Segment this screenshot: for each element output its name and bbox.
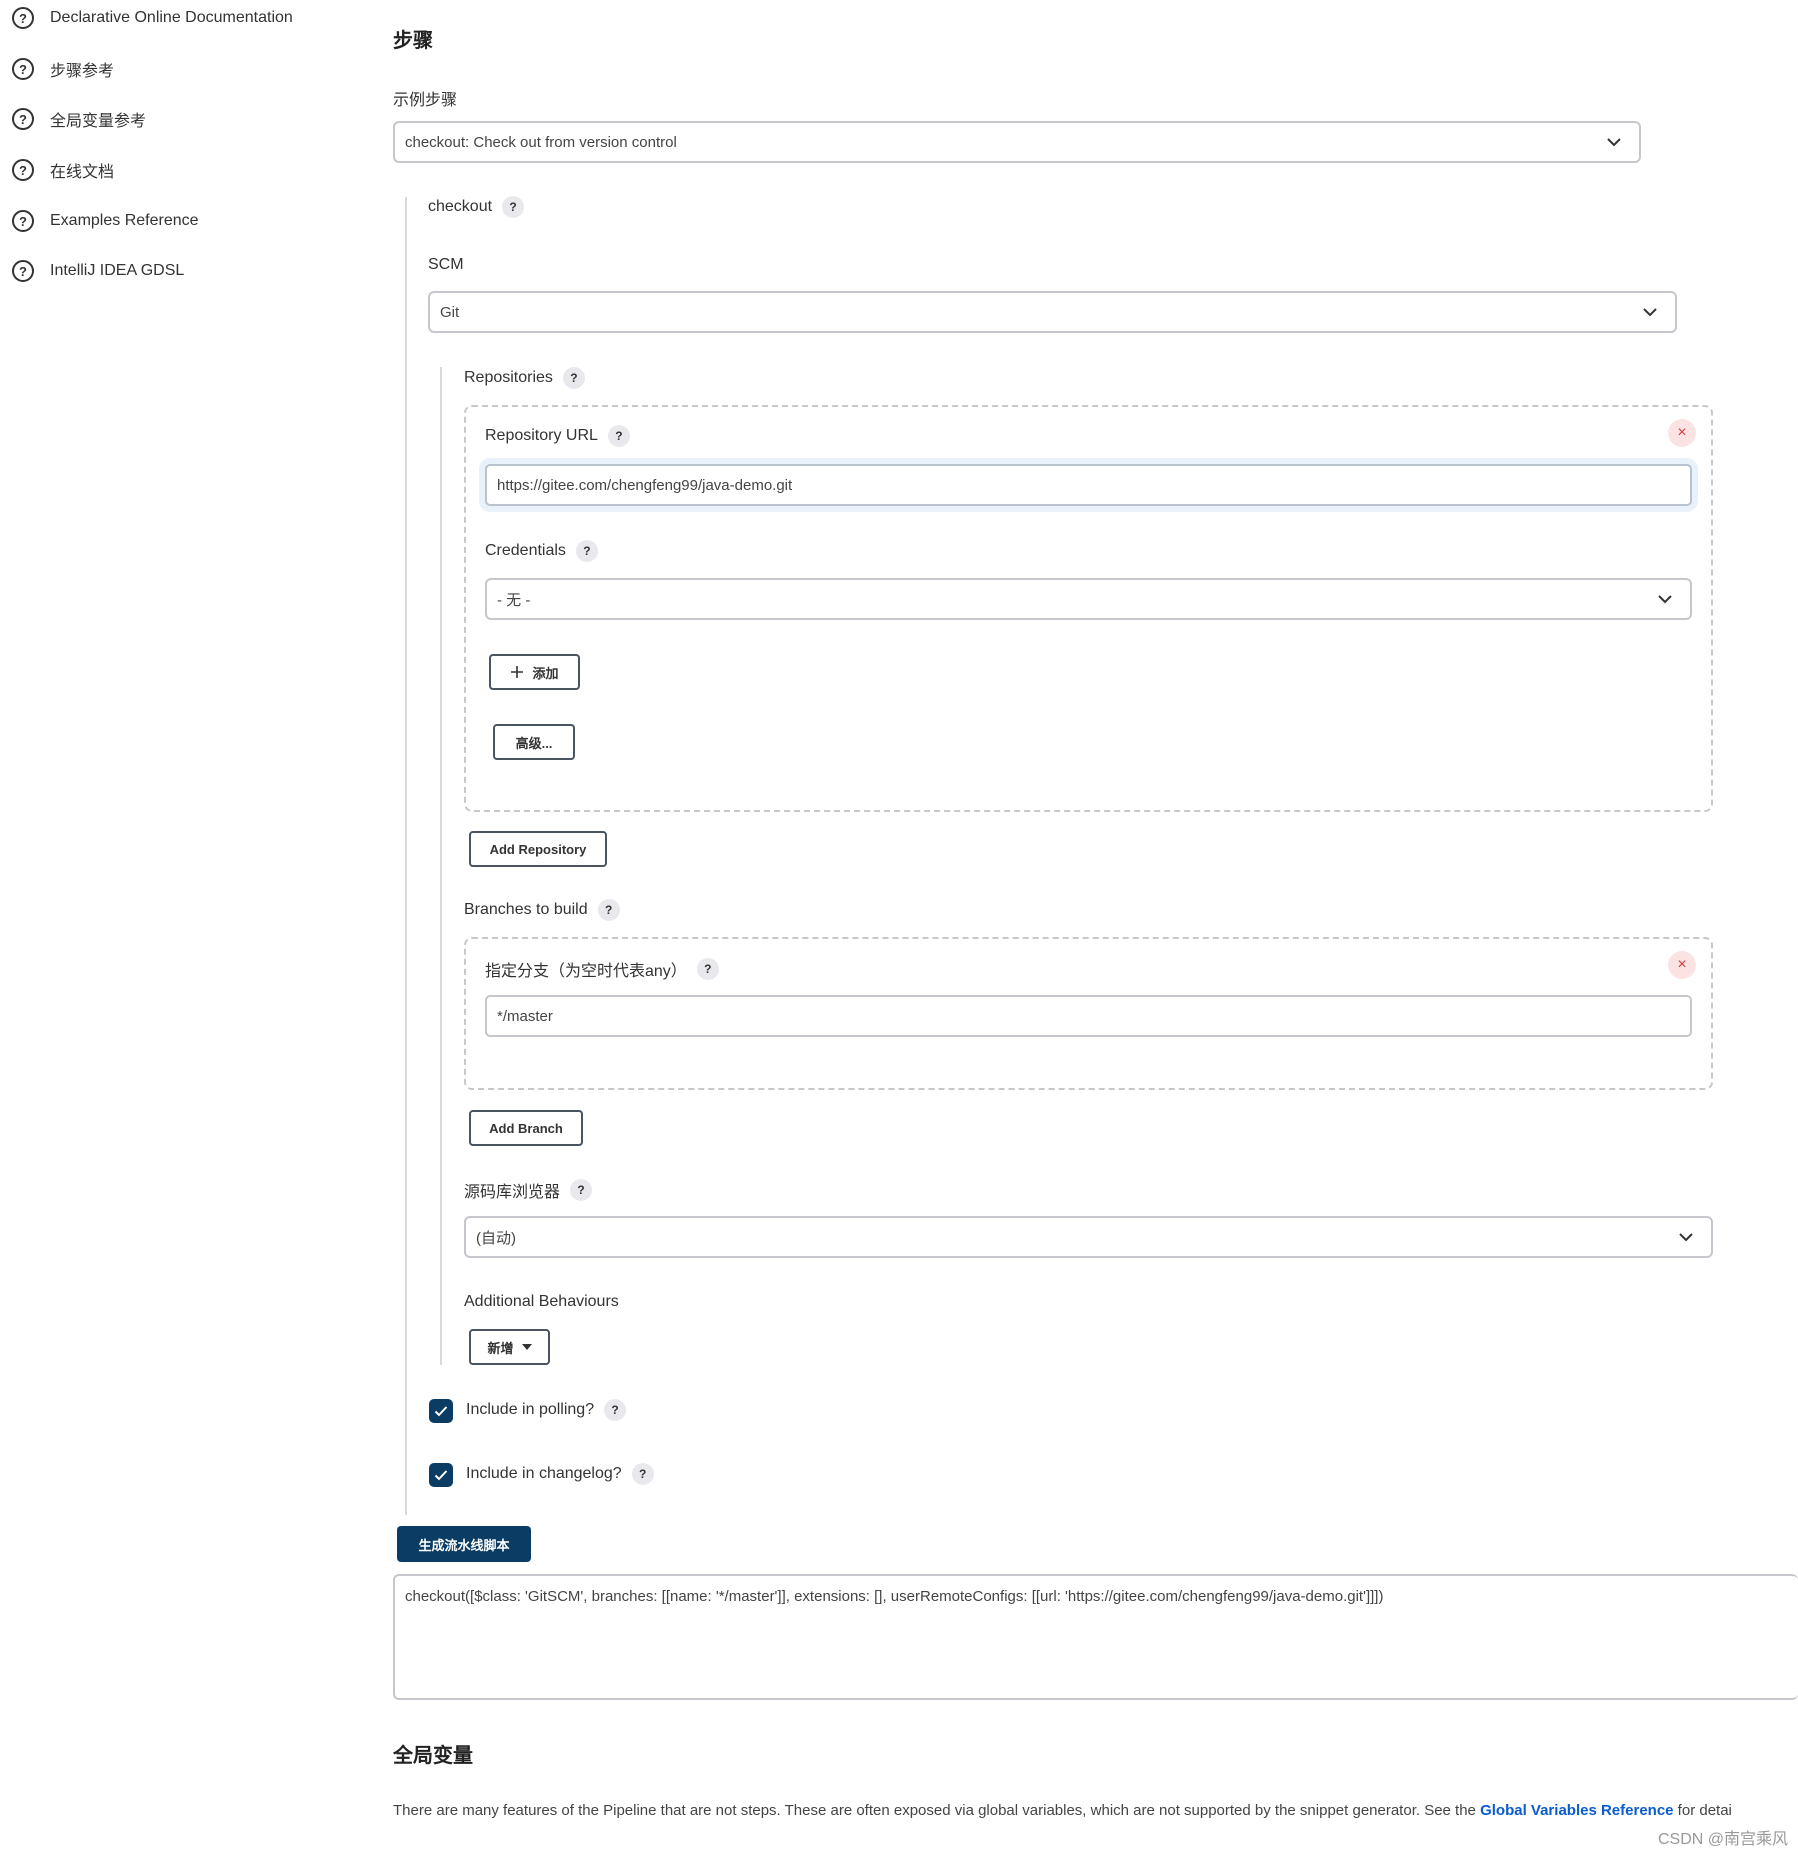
remove-branch-icon[interactable]: ×: [1668, 951, 1696, 979]
repo-browser-select[interactable]: (自动): [464, 1216, 1713, 1258]
checkout-label: checkout: [428, 198, 493, 215]
branch-spec-label-row: 指定分支（为空时代表any） ?: [485, 957, 719, 981]
scm-label: SCM: [428, 256, 464, 273]
chevron-down-icon: [1679, 1233, 1693, 1242]
chevron-down-icon: [1643, 308, 1657, 317]
help-circle-icon: ?: [12, 210, 34, 232]
sidebar-item-global-var-reference[interactable]: ? 全局变量参考: [12, 104, 146, 134]
main-content: 步骤 示例步骤 checkout: Check out from version…: [393, 0, 1798, 1855]
sidebar-item-intellij-gdsl[interactable]: ? IntelliJ IDEA GDSL: [12, 256, 184, 286]
add-repository-label: Add Repository: [489, 841, 587, 857]
branches-label-row: Branches to build ?: [464, 899, 620, 921]
repositories-label: Repositories: [464, 369, 553, 386]
branch-spec-input[interactable]: */master: [485, 995, 1692, 1037]
sidebar-item-examples-reference[interactable]: ? Examples Reference: [12, 206, 199, 236]
branches-label: Branches to build: [464, 901, 588, 918]
additional-behaviours-label: Additional Behaviours: [464, 1293, 619, 1310]
help-circle-icon: ?: [12, 108, 34, 130]
help-icon[interactable]: ?: [604, 1399, 627, 1421]
help-circle-icon: ?: [12, 58, 34, 80]
sidebar-item-label: Examples Reference: [50, 212, 199, 229]
generated-script-output[interactable]: checkout([$class: 'GitSCM', branches: [[…: [393, 1574, 1798, 1700]
git-block-rule: [440, 367, 442, 1365]
scm-select[interactable]: Git: [428, 291, 1677, 333]
help-circle-icon: ?: [12, 260, 34, 282]
include-polling-label-row: Include in polling? ?: [466, 1399, 627, 1421]
watermark: CSDN @南宫乘风: [1657, 1831, 1788, 1848]
add-branch-button[interactable]: Add Branch: [469, 1110, 583, 1146]
repo-browser-label: 源码库浏览器: [464, 1184, 561, 1201]
add-behaviour-label: 新增: [487, 1340, 514, 1356]
add-repository-button[interactable]: Add Repository: [469, 831, 607, 867]
checkout-block-rule: [405, 197, 407, 1515]
repository-url-label: Repository URL: [485, 427, 598, 444]
help-icon[interactable]: ?: [562, 367, 585, 389]
sample-step-value: checkout: Check out from version control: [405, 133, 677, 151]
credentials-label: Credentials: [485, 542, 566, 559]
repo-browser-value: (自动): [476, 1229, 516, 1247]
steps-title: 步骤: [393, 30, 433, 52]
chevron-down-icon: [1607, 138, 1621, 147]
global-vars-reference-link[interactable]: Global Variables Reference: [1480, 1802, 1673, 1819]
branch-spec-value: */master: [497, 1007, 553, 1025]
global-vars-text-before: There are many features of the Pipeline …: [393, 1802, 1481, 1819]
advanced-button[interactable]: 高级...: [493, 724, 575, 760]
remove-repository-icon[interactable]: ×: [1668, 419, 1696, 447]
sample-step-label: 示例步骤: [393, 92, 458, 109]
repository-url-input[interactable]: https://gitee.com/chengfeng99/java-demo.…: [485, 464, 1692, 506]
help-icon[interactable]: ?: [631, 1463, 654, 1485]
help-icon[interactable]: ?: [570, 1179, 593, 1201]
check-icon: [434, 1406, 448, 1417]
add-behaviour-dropdown[interactable]: 新增: [469, 1329, 550, 1365]
sidebar-item-label: Declarative Online Documentation: [50, 9, 293, 26]
advanced-label: 高级...: [515, 735, 553, 751]
include-changelog-label-row: Include in changelog? ?: [466, 1463, 654, 1485]
sidebar-item-online-docs[interactable]: ? 在线文档: [12, 155, 114, 185]
scm-value: Git: [440, 303, 460, 321]
sidebar-item-label: IntelliJ IDEA GDSL: [50, 262, 185, 279]
branch-spec-label: 指定分支（为空时代表any）: [485, 963, 687, 980]
help-icon[interactable]: ?: [607, 425, 630, 447]
checkout-label-row: checkout ?: [428, 196, 525, 218]
generate-script-button[interactable]: 生成流水线脚本: [397, 1526, 531, 1562]
sidebar-item-label: 步骤参考: [50, 63, 115, 80]
include-changelog-label: Include in changelog?: [466, 1465, 622, 1482]
caret-down-icon: [521, 1344, 532, 1350]
repositories-label-row: Repositories ?: [464, 367, 585, 389]
repository-url-value: https://gitee.com/chengfeng99/java-demo.…: [497, 476, 793, 494]
help-icon[interactable]: ?: [575, 540, 598, 562]
include-polling-label: Include in polling?: [466, 1401, 595, 1418]
credentials-select[interactable]: - 无 -: [485, 578, 1692, 620]
sidebar-item-step-reference[interactable]: ? 步骤参考: [12, 54, 114, 84]
add-credentials-label: 添加: [532, 665, 559, 681]
help-icon[interactable]: ?: [696, 958, 719, 980]
repository-url-label-row: Repository URL ?: [485, 425, 630, 447]
global-vars-title: 全局变量: [393, 1745, 473, 1767]
include-changelog-checkbox[interactable]: [429, 1463, 453, 1487]
add-branch-label: Add Branch: [489, 1120, 563, 1136]
check-icon: [434, 1470, 448, 1481]
add-credentials-button[interactable]: 添加: [489, 654, 580, 690]
sidebar-item-label: 在线文档: [50, 164, 115, 181]
help-circle-icon: ?: [12, 7, 34, 29]
sidebar-item-declarative-docs[interactable]: ? Declarative Online Documentation: [12, 3, 293, 33]
plus-icon: [511, 666, 524, 678]
help-icon[interactable]: ?: [502, 196, 525, 218]
global-vars-description: There are many features of the Pipeline …: [393, 1802, 1798, 1819]
chevron-down-icon: [1658, 595, 1672, 604]
sample-step-select[interactable]: checkout: Check out from version control: [393, 121, 1641, 163]
include-polling-checkbox[interactable]: [429, 1399, 453, 1423]
repo-browser-label-row: 源码库浏览器 ?: [464, 1178, 593, 1202]
help-circle-icon: ?: [12, 159, 34, 181]
sidebar-item-label: 全局变量参考: [50, 113, 147, 130]
credentials-value: - 无 -: [497, 591, 531, 609]
credentials-label-row: Credentials ?: [485, 540, 598, 562]
help-icon[interactable]: ?: [597, 899, 620, 921]
global-vars-text-after: for detai: [1673, 1802, 1732, 1819]
